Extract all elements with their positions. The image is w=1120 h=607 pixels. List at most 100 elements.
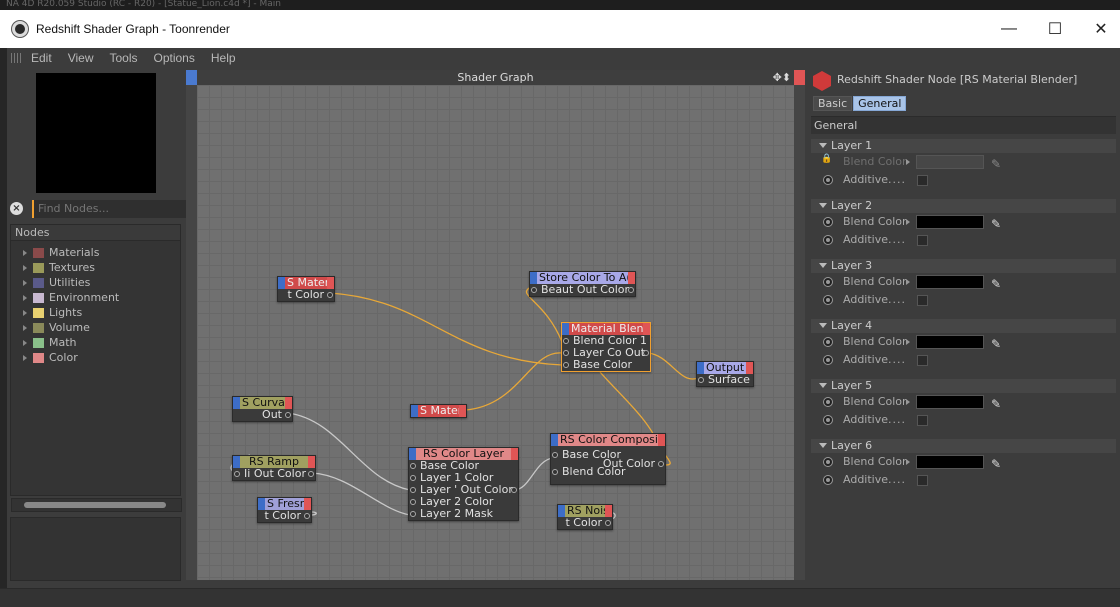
nodes-horizontal-scrollbar[interactable] bbox=[11, 498, 182, 512]
find-nodes-input[interactable] bbox=[32, 200, 188, 218]
additive-checkbox[interactable] bbox=[917, 235, 928, 246]
rs-ramp-node[interactable]: RS Ramp Ii Out Color bbox=[232, 455, 316, 481]
expand-arrow-icon[interactable] bbox=[23, 339, 27, 346]
animate-radio[interactable] bbox=[823, 235, 833, 245]
node-input-port[interactable]: Layer ' Out Color bbox=[409, 484, 518, 496]
menu-options[interactable]: Options bbox=[154, 51, 195, 65]
node-input-port[interactable]: Base Color bbox=[409, 460, 518, 472]
node-input-port[interactable]: Blend Color 1 bbox=[562, 335, 650, 347]
collapse-arrow-icon[interactable] bbox=[819, 143, 827, 148]
additive-checkbox[interactable] bbox=[917, 415, 928, 426]
rs-color-layer-node[interactable]: RS Color Layer Base Color Layer 1 Color … bbox=[408, 447, 519, 521]
node-header[interactable]: S Fresne bbox=[258, 498, 311, 510]
menu-grip-icon[interactable] bbox=[11, 52, 23, 63]
layer-header[interactable]: Layer 6 bbox=[811, 439, 1116, 453]
node-input-port[interactable]: Layer Co Out bbox=[562, 347, 650, 359]
layer-header[interactable]: Layer 2 bbox=[811, 199, 1116, 213]
tab-general[interactable]: General bbox=[853, 96, 907, 111]
expand-arrow-icon[interactable] bbox=[23, 309, 27, 316]
clear-search-icon[interactable]: × bbox=[10, 202, 23, 215]
node-input-port[interactable]: Surface bbox=[697, 374, 753, 386]
animate-radio[interactable] bbox=[823, 415, 833, 425]
node-category[interactable]: Textures bbox=[23, 260, 180, 275]
node-input-port[interactable]: Layer 1 Color bbox=[409, 472, 518, 484]
node-header[interactable]: Output bbox=[697, 362, 753, 374]
blend-color-swatch[interactable] bbox=[916, 275, 984, 289]
collapse-arrow-icon[interactable] bbox=[819, 323, 827, 328]
expand-arrow-icon[interactable] bbox=[906, 339, 910, 345]
node-output-port[interactable]: t Color bbox=[558, 517, 612, 529]
rs-material-node-2[interactable]: S Materi bbox=[410, 404, 467, 418]
collapse-arrow-icon[interactable] bbox=[819, 203, 827, 208]
animate-radio[interactable] bbox=[823, 355, 833, 365]
layer-header[interactable]: Layer 4 bbox=[811, 319, 1116, 333]
graph-left-corner[interactable] bbox=[186, 70, 197, 85]
node-output-port[interactable]: t Color bbox=[258, 510, 311, 522]
animate-radio[interactable] bbox=[823, 277, 833, 287]
node-input-port[interactable]: Layer 2 Mask bbox=[409, 508, 518, 520]
menu-tools[interactable]: Tools bbox=[109, 51, 137, 65]
layer-header[interactable]: Layer 3 bbox=[811, 259, 1116, 273]
node-header[interactable]: S Materi bbox=[278, 277, 334, 289]
menu-view[interactable]: View bbox=[68, 51, 94, 65]
menu-edit[interactable]: Edit bbox=[31, 51, 52, 65]
node-port[interactable]: Ii Out Color bbox=[233, 468, 315, 480]
node-header[interactable]: Store Color To A( bbox=[530, 272, 635, 284]
animate-radio[interactable] bbox=[823, 457, 833, 467]
maximize-button[interactable]: ☐ bbox=[1032, 10, 1078, 48]
collapse-arrow-icon[interactable] bbox=[819, 443, 827, 448]
graph-right-corner[interactable] bbox=[794, 70, 805, 85]
animate-radio[interactable] bbox=[823, 337, 833, 347]
store-color-to-aov-node[interactable]: Store Color To A( Beaut Out Color bbox=[529, 271, 636, 297]
node-port[interactable]: Beaut Out Color bbox=[530, 284, 635, 296]
animate-radio[interactable] bbox=[823, 397, 833, 407]
blend-color-swatch[interactable] bbox=[916, 335, 984, 349]
expand-arrow-icon[interactable] bbox=[906, 279, 910, 285]
close-button[interactable]: ✕ bbox=[1078, 10, 1120, 48]
expand-arrow-icon[interactable] bbox=[23, 354, 27, 361]
node-header[interactable]: RS Color Layer bbox=[409, 448, 518, 460]
additive-checkbox[interactable] bbox=[917, 295, 928, 306]
additive-checkbox[interactable] bbox=[917, 175, 928, 186]
move-icon[interactable]: ✥⬍ bbox=[773, 70, 791, 85]
node-header[interactable]: RS Noise bbox=[558, 505, 612, 517]
material-blender-node[interactable]: Material Blenc Blend Color 1 Layer Co Ou… bbox=[561, 322, 651, 372]
node-input-port[interactable]: Blend Color bbox=[551, 466, 665, 478]
blend-color-swatch[interactable] bbox=[916, 455, 984, 469]
expand-arrow-icon[interactable] bbox=[23, 279, 27, 286]
scrollbar-thumb[interactable] bbox=[24, 502, 166, 508]
expand-arrow-icon[interactable] bbox=[906, 219, 910, 225]
node-category[interactable]: Lights bbox=[23, 305, 180, 320]
animate-radio[interactable] bbox=[823, 475, 833, 485]
rs-color-composite-node[interactable]: RS Color Composite Base Color Out Color … bbox=[550, 433, 666, 485]
node-header[interactable]: S Materi bbox=[411, 405, 466, 417]
node-category[interactable]: Math bbox=[23, 335, 180, 350]
node-category[interactable]: Materials bbox=[23, 245, 180, 260]
blend-color-swatch[interactable] bbox=[916, 155, 984, 169]
additive-checkbox[interactable] bbox=[917, 475, 928, 486]
minimize-button[interactable]: — bbox=[986, 10, 1032, 48]
expand-arrow-icon[interactable] bbox=[906, 159, 910, 165]
node-input-port[interactable]: Base Color bbox=[562, 359, 650, 371]
node-header[interactable]: RS Ramp bbox=[233, 456, 315, 468]
collapse-arrow-icon[interactable] bbox=[819, 263, 827, 268]
animate-radio[interactable] bbox=[823, 295, 833, 305]
expand-arrow-icon[interactable] bbox=[23, 264, 27, 271]
additive-checkbox[interactable] bbox=[917, 355, 928, 366]
node-input-port[interactable]: Layer 2 Color bbox=[409, 496, 518, 508]
node-category[interactable]: Color bbox=[23, 350, 180, 365]
node-category[interactable]: Volume bbox=[23, 320, 180, 335]
rs-noise-node[interactable]: RS Noise t Color bbox=[557, 504, 613, 530]
rs-material-node-1[interactable]: S Materi t Color bbox=[277, 276, 335, 302]
collapse-arrow-icon[interactable] bbox=[819, 383, 827, 388]
node-header[interactable]: S Curvatu bbox=[233, 397, 292, 409]
node-category[interactable]: Environment bbox=[23, 290, 180, 305]
node-output-port[interactable]: t Color bbox=[278, 289, 334, 301]
node-header[interactable]: Material Blenc bbox=[562, 323, 650, 335]
expand-arrow-icon[interactable] bbox=[23, 249, 27, 256]
blend-color-swatch[interactable] bbox=[916, 395, 984, 409]
rs-fresnel-node[interactable]: S Fresne t Color bbox=[257, 497, 312, 523]
blend-color-swatch[interactable] bbox=[916, 215, 984, 229]
expand-arrow-icon[interactable] bbox=[906, 399, 910, 405]
node-output-port[interactable]: Out bbox=[233, 409, 292, 421]
